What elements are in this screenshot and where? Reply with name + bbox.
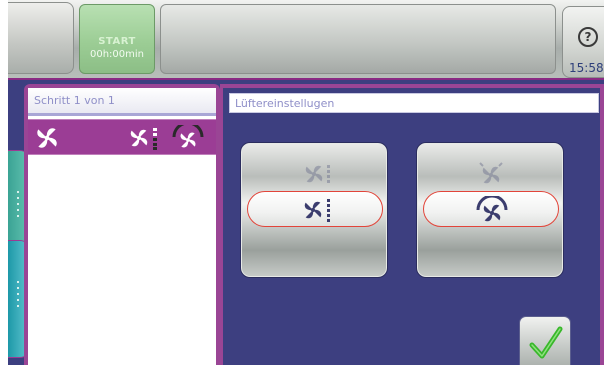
fan-icon: [34, 125, 60, 151]
touch-screen: START 00h:00min ? 15:58 Schritt 1 von 1: [8, 0, 604, 365]
fan-settings-panel: Lüftereinstellugen: [220, 84, 604, 365]
help-icon: ?: [578, 27, 598, 47]
fan-direction-icon: [479, 162, 503, 187]
fan-direction-icon: [172, 125, 204, 151]
fan-speed-selected[interactable]: [247, 191, 383, 227]
grip-dots-icon: [17, 281, 19, 311]
step-list-panel: Schritt 1 von 1: [24, 84, 220, 365]
status-panel: [160, 4, 556, 74]
fan-speed-icon: [293, 165, 330, 183]
clock: 15:58: [569, 61, 604, 75]
step-counter: Schritt 1 von 1: [28, 88, 216, 116]
grip-dots-icon: [17, 191, 19, 221]
top-bar: START 00h:00min ? 15:58: [8, 0, 604, 80]
help-button[interactable]: ? 15:58: [562, 6, 604, 78]
start-timer: 00h:00min: [89, 49, 144, 60]
confirm-button[interactable]: [519, 316, 571, 365]
menu-button[interactable]: [8, 2, 74, 74]
fan-speed-option[interactable]: [240, 142, 388, 278]
start-label: START: [98, 36, 136, 47]
checkmark-icon: [529, 326, 563, 359]
fan-direction-icon: [476, 196, 508, 224]
fan-speed-icon: [296, 199, 330, 222]
fan-direction-option[interactable]: [416, 142, 564, 278]
step-row[interactable]: [28, 119, 216, 155]
fan-speed-icon: [128, 128, 157, 150]
fan-direction-selected[interactable]: [423, 191, 559, 227]
settings-title: Lüftereinstellugen: [229, 93, 599, 113]
start-button[interactable]: START 00h:00min: [79, 4, 155, 74]
